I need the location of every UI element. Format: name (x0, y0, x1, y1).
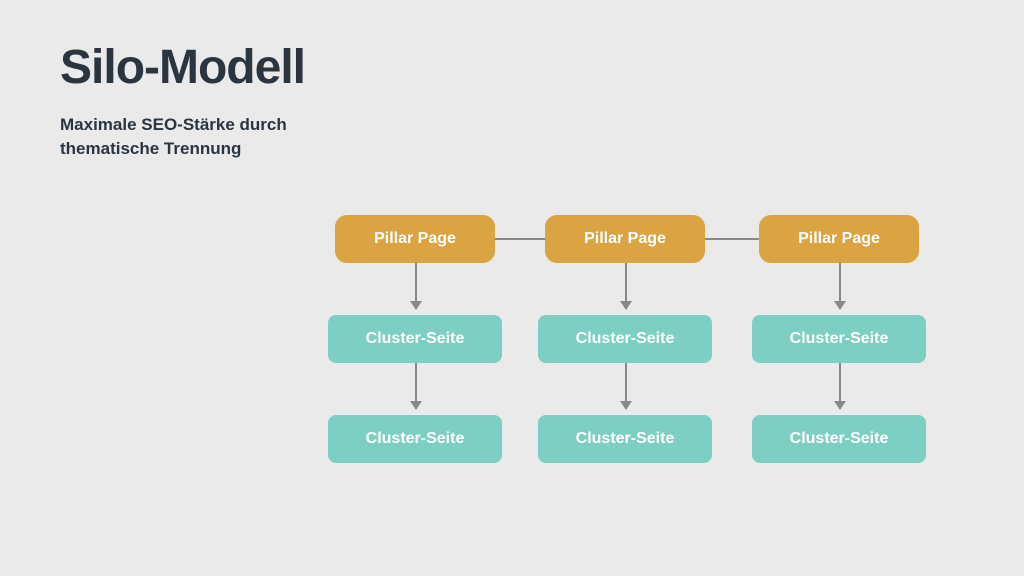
arrow-pillar2-cluster1 (625, 263, 627, 309)
cluster-label: Cluster-Seite (790, 430, 889, 448)
pillar-box-2: Pillar Page (545, 215, 705, 263)
page-subtitle: Maximale SEO-Stärke durch thematische Tr… (60, 113, 380, 161)
cluster-label: Cluster-Seite (366, 330, 465, 348)
pillar-connector-1-2 (495, 238, 545, 240)
cluster-box-2-2: Cluster-Seite (538, 415, 712, 463)
cluster-label: Cluster-Seite (576, 330, 675, 348)
cluster-box-1-2: Cluster-Seite (328, 415, 502, 463)
cluster-label: Cluster-Seite (790, 330, 889, 348)
cluster-box-3-2: Cluster-Seite (752, 415, 926, 463)
cluster-label: Cluster-Seite (576, 430, 675, 448)
pillar-box-1: Pillar Page (335, 215, 495, 263)
pillar-box-3: Pillar Page (759, 215, 919, 263)
cluster-box-3-1: Cluster-Seite (752, 315, 926, 363)
pillar-label: Pillar Page (584, 230, 666, 248)
pillar-label: Pillar Page (374, 230, 456, 248)
page-title: Silo-Modell (60, 40, 964, 95)
header: Silo-Modell Maximale SEO-Stärke durch th… (0, 0, 1024, 161)
pillar-connector-2-3 (705, 238, 759, 240)
cluster-box-2-1: Cluster-Seite (538, 315, 712, 363)
cluster-label: Cluster-Seite (366, 430, 465, 448)
cluster-box-1-1: Cluster-Seite (328, 315, 502, 363)
arrow-cluster1-cluster2-col3 (839, 363, 841, 409)
arrow-cluster1-cluster2-col2 (625, 363, 627, 409)
arrow-pillar1-cluster1 (415, 263, 417, 309)
arrow-cluster1-cluster2-col1 (415, 363, 417, 409)
pillar-label: Pillar Page (798, 230, 880, 248)
arrow-pillar3-cluster1 (839, 263, 841, 309)
